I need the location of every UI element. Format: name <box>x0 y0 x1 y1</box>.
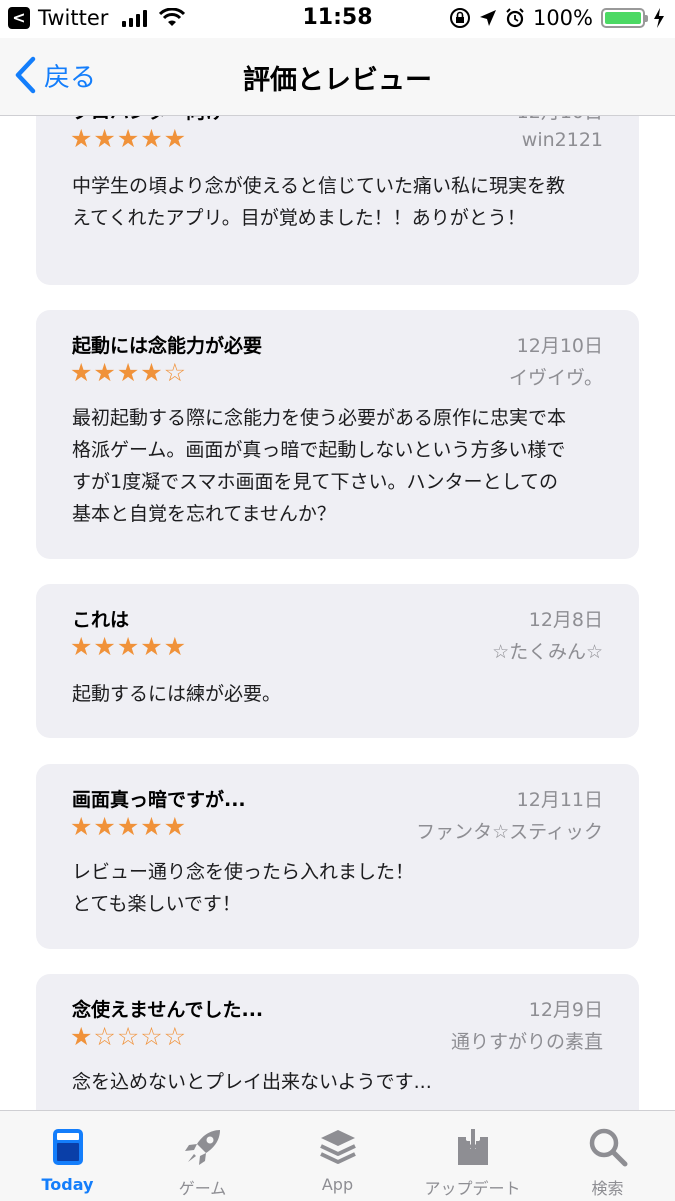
charging-icon <box>654 8 664 28</box>
review-author: ☆たくみん☆ <box>492 641 603 663</box>
review-card[interactable]: 念使えませんでした... 12月9日 ★☆☆☆☆ 通りすがりの素直 念を込めない… <box>36 974 639 1110</box>
page-title: 評価とレビュー <box>243 65 432 96</box>
review-body: 起動するには練が必要。 <box>72 683 282 705</box>
tab-games[interactable]: ゲーム <box>135 1111 270 1201</box>
review-card[interactable]: 起動には念能力が必要 12月10日 ★★★★☆ イヴイヴ。 最初起動する際に念能… <box>36 310 639 559</box>
tab-bar: Today ゲーム App アップデート 検索 <box>0 1110 675 1201</box>
review-title: 画面真っ暗ですが... <box>72 789 246 811</box>
review-card[interactable]: これは 12月8日 ★★★★★ ☆たくみん☆ 起動するには練が必要。 <box>36 584 639 738</box>
review-stars: ★★★★★ <box>70 812 188 841</box>
tab-search[interactable]: 検索 <box>540 1111 675 1201</box>
review-author: ファンタ☆スティック <box>416 821 603 843</box>
rocket-icon <box>184 1130 220 1165</box>
review-card[interactable]: プロハンター向け 12月10日 ★★★★★ win2121 中学生の頃より念が使… <box>36 116 639 285</box>
review-body: レビュー通り念を使ったら入れました！ とても楽しいです！ <box>72 861 415 915</box>
tab-today[interactable]: Today <box>0 1111 135 1201</box>
review-author: イヴイヴ。 <box>508 367 603 389</box>
review-stars: ★★★★★ <box>70 632 188 661</box>
review-date: 12月10日 <box>516 335 603 357</box>
tab-label: アップデート <box>424 1179 521 1198</box>
review-card[interactable]: 画面真っ暗ですが... 12月11日 ★★★★★ ファンタ☆スティック レビュー… <box>36 764 639 949</box>
review-date: 12月10日 <box>517 116 603 124</box>
tab-label: Today <box>41 1175 94 1194</box>
review-title: プロハンター向け <box>72 116 224 124</box>
review-stars: ★★★★★ <box>70 124 188 153</box>
review-author: win2121 <box>521 129 603 151</box>
tab-label: 検索 <box>591 1179 624 1198</box>
review-title: 念使えませんでした... <box>72 999 264 1021</box>
alarm-icon <box>506 8 524 28</box>
search-icon <box>589 1128 627 1167</box>
review-title: 起動には念能力が必要 <box>72 335 263 357</box>
tab-updates[interactable]: アップデート <box>405 1111 540 1201</box>
review-date: 12月9日 <box>528 999 603 1021</box>
review-date: 12月8日 <box>528 609 603 631</box>
download-icon <box>457 1129 488 1165</box>
review-title: これは <box>72 609 130 631</box>
tab-apps[interactable]: App <box>270 1111 405 1201</box>
review-body: 中学生の頃より念が使えると信じていた痛い私に現実を教 えてくれたアプリ。目が覚め… <box>72 175 566 229</box>
review-body: 念を込めないとプレイ出来ないようです... <box>72 1071 432 1093</box>
review-stars: ★★★★☆ <box>70 358 188 387</box>
battery-percent: 100% <box>532 6 593 30</box>
tab-label: App <box>321 1175 354 1194</box>
layers-icon <box>319 1130 356 1164</box>
location-icon <box>479 10 496 26</box>
status-bar: < Twitter 11:58 100% <box>0 0 675 38</box>
today-icon <box>52 1129 83 1165</box>
review-date: 12月11日 <box>516 789 603 811</box>
review-stars: ★☆☆☆☆ <box>70 1022 188 1051</box>
review-author: 通りすがりの素直 <box>450 1031 603 1053</box>
tab-label: ゲーム <box>178 1179 227 1198</box>
review-body: 最初起動する際に念能力を使う必要がある原作に忠実で本 格派ゲーム。画面が真っ暗で… <box>72 407 567 525</box>
battery-icon <box>601 8 648 28</box>
review-list[interactable]: プロハンター向け 12月10日 ★★★★★ win2121 中学生の頃より念が使… <box>0 116 675 1110</box>
rotation-lock-icon <box>449 8 470 28</box>
navigation-bar: 戻る 評価とレビュー <box>0 38 675 116</box>
